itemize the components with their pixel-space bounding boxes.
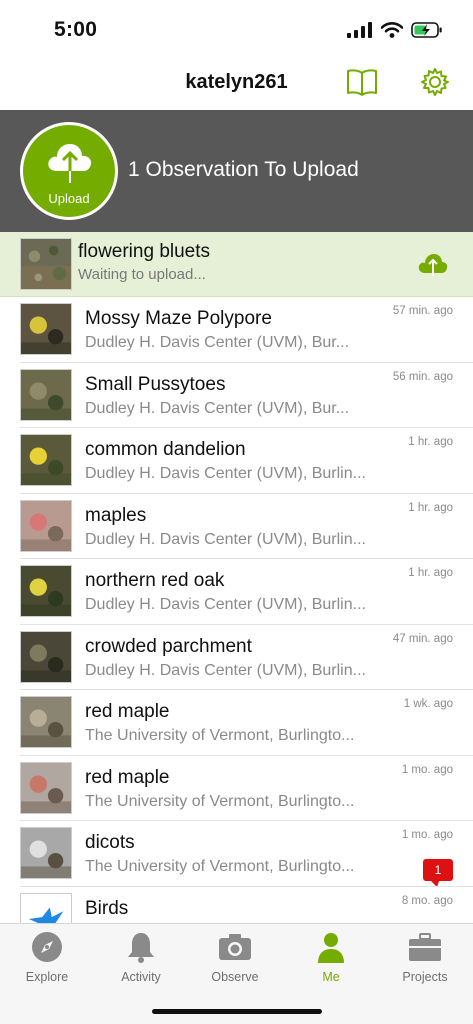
observation-location: Dudley H. Davis Center (UVM), Bur...	[85, 399, 350, 417]
wifi-icon	[381, 22, 403, 38]
battery-charging-icon	[411, 22, 442, 38]
tab-label: Explore	[25, 970, 69, 984]
observation-title: northern red oak	[85, 570, 225, 591]
observation-time: 1 wk. ago	[403, 698, 453, 710]
bell-icon	[128, 933, 154, 963]
observation-time: 1 hr. ago	[408, 436, 453, 448]
observation-row[interactable]: common dandelion Dudley H. Davis Center (…	[0, 428, 473, 494]
page-title: katelyn261	[185, 71, 288, 93]
signal-icon	[347, 22, 372, 38]
status-bar: 5:00	[0, 0, 473, 56]
observation-time: 8 mo. ago	[401, 894, 453, 907]
person-icon	[318, 933, 344, 963]
observation-location: Dudley H. Davis Center (UVM), Burlin...	[85, 596, 366, 613]
observation-time: 47 min. ago	[392, 632, 453, 645]
observation-title: dicots	[85, 832, 135, 853]
observation-time: 1 hr. ago	[408, 567, 453, 579]
pending-status: Waiting to upload...	[78, 266, 206, 283]
home-indicator	[152, 1009, 322, 1014]
tab-bar: Explore Activity Observe Me Projects	[0, 923, 473, 1024]
observation-title: Small Pussytoes	[85, 373, 226, 395]
observation-thumbnail	[20, 630, 72, 683]
tab-label: Me	[322, 970, 340, 984]
observation-thumbnail	[20, 499, 72, 552]
observation-title: Mossy Maze Polypore	[85, 308, 272, 329]
observation-location: The University of Vermont, Burlingto...	[85, 792, 355, 810]
nav-header: katelyn261	[0, 56, 473, 110]
tab-observe[interactable]: Observe	[188, 930, 282, 990]
observation-row[interactable]: Small Pussytoes Dudley H. Davis Center (U…	[0, 363, 473, 429]
observation-location: Dudley H. Davis Center (UVM), Burlin...	[85, 465, 366, 482]
observation-thumbnail	[20, 565, 72, 617]
observation-title: crowded parchment	[85, 635, 252, 657]
observation-location: Dudley H. Davis Center (UVM), Burlin...	[85, 530, 366, 548]
observation-thumbnail	[20, 892, 72, 923]
upload-message: 1 Observation To Upload	[128, 158, 359, 181]
observation-row[interactable]: red maple The University of Vermont, Burl…	[0, 690, 473, 756]
guide-book-icon[interactable]	[346, 67, 378, 97]
cloud-upload-icon[interactable]	[417, 252, 449, 276]
observation-title: red maple	[85, 701, 170, 722]
observation-list[interactable]: Mossy Maze Polypore Dudley H. Davis Cente…	[0, 297, 473, 923]
gear-icon[interactable]	[420, 67, 450, 97]
observation-thumbnail	[20, 761, 72, 814]
observation-thumbnail	[20, 238, 72, 290]
tab-explore[interactable]: Explore	[0, 930, 94, 990]
observation-title: Birds	[85, 897, 129, 919]
tab-activity[interactable]: Activity	[94, 930, 188, 990]
observation-row[interactable]: maples Dudley H. Davis Center (UVM), Burl…	[0, 494, 473, 560]
upload-banner: Upload 1 Observation To Upload	[0, 110, 473, 232]
cloud-upload-icon	[48, 144, 92, 183]
upload-button[interactable]: Upload	[20, 122, 118, 220]
observation-location: The University of Vermont, Burlingto...	[85, 858, 355, 875]
status-icons	[347, 22, 443, 38]
observation-time: 1 mo. ago	[401, 829, 453, 841]
camera-icon	[219, 934, 251, 960]
observation-title: maples	[85, 504, 147, 526]
tab-label: Projects	[402, 970, 448, 984]
observation-title: red maple	[85, 766, 170, 788]
upload-button-label: Upload	[48, 191, 90, 206]
observation-thumbnail	[20, 303, 72, 355]
observation-time: 1 hr. ago	[408, 501, 453, 514]
observation-location: Dudley H. Davis Center (UVM), Burlin...	[85, 661, 366, 679]
tab-projects[interactable]: Projects	[378, 930, 472, 990]
observation-row[interactable]: dicots The University of Vermont, Burling…	[0, 821, 473, 887]
tab-label: Activity	[121, 970, 161, 984]
status-time: 5:00	[54, 18, 98, 41]
observation-row[interactable]: Birds 8 mo. ago	[0, 887, 473, 923]
observation-row[interactable]: red maple The University of Vermont, Burl…	[0, 756, 473, 822]
observation-thumbnail	[20, 434, 72, 486]
observation-thumbnail	[20, 368, 72, 421]
observation-row[interactable]: Mossy Maze Polypore Dudley H. Davis Cente…	[0, 297, 473, 363]
tab-me[interactable]: Me	[284, 930, 378, 990]
observation-time: 57 min. ago	[392, 305, 453, 317]
briefcase-icon	[409, 933, 441, 961]
observation-location: The University of Vermont, Burlingto...	[85, 727, 355, 744]
observation-thumbnail	[20, 827, 72, 879]
observation-title: common dandelion	[85, 439, 246, 460]
observation-time: 1 mo. ago	[401, 763, 453, 776]
observation-thumbnail	[20, 696, 72, 748]
observation-row[interactable]: northern red oak Dudley H. Davis Center (…	[0, 559, 473, 625]
pending-observation-row[interactable]: flowering bluets Waiting to upload...	[0, 232, 473, 297]
comment-count-badge: 1	[423, 859, 453, 887]
compass-icon	[32, 932, 62, 962]
tab-label: Observe	[211, 970, 259, 984]
observation-location: Dudley H. Davis Center (UVM), Bur...	[85, 334, 350, 351]
pending-title: flowering bluets	[78, 241, 211, 262]
observation-row[interactable]: crowded parchment Dudley H. Davis Center …	[0, 625, 473, 691]
observation-time: 56 min. ago	[392, 370, 453, 383]
